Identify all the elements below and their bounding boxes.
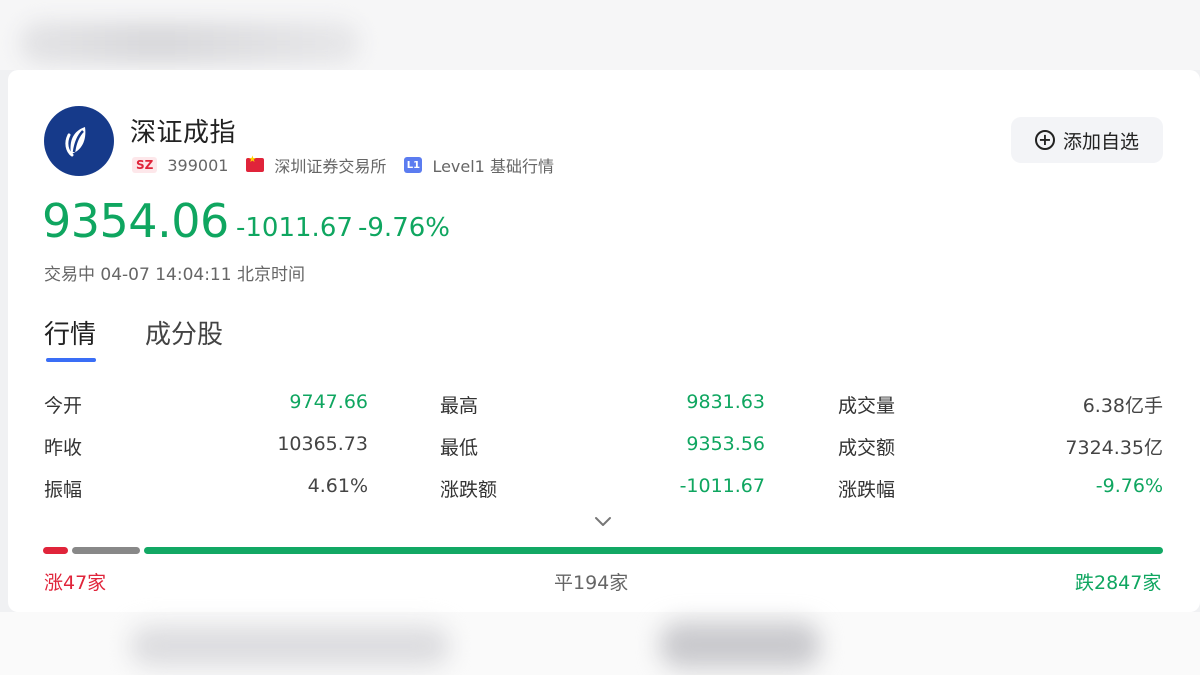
index-code: 399001 — [167, 155, 229, 175]
stat-open-label: 今开 — [44, 395, 83, 417]
active-tab-indicator — [46, 358, 96, 362]
index-logo — [44, 106, 114, 176]
add-watchlist-label: 添加自选 — [1062, 130, 1139, 153]
leaf-logo-icon — [65, 127, 86, 157]
stat-volume-label: 成交量 — [838, 395, 896, 417]
stat-volume-value: 6.38亿手 — [1082, 395, 1163, 417]
tab-constituents[interactable]: 成分股 — [145, 314, 223, 351]
breadth-up-count: 涨47家 — [44, 572, 107, 594]
stat-change-amt-label: 涨跌额 — [440, 479, 498, 501]
plus-circle-icon: + — [1034, 130, 1055, 150]
exchange-name: 深圳证券交易所 — [274, 157, 387, 176]
level-text: Level1 基础行情 — [432, 157, 554, 176]
stat-prev-close-value: 10365.73 — [277, 433, 368, 455]
stat-turnover-label: 成交额 — [838, 437, 896, 459]
stat-high-value: 9831.63 — [686, 391, 765, 413]
trading-status-time: 交易中 04-07 14:04:11 北京时间 — [44, 265, 305, 285]
chevron-down-icon[interactable] — [593, 515, 613, 529]
breadth-up-bar — [43, 547, 68, 554]
price-change-pct: -9.76% — [358, 213, 450, 243]
stat-low-value: 9353.56 — [686, 433, 765, 455]
blurred-content — [130, 626, 450, 666]
stat-high-label: 最高 — [440, 395, 479, 417]
level-badge: L1 — [404, 157, 423, 173]
stat-open-value: 9747.66 — [289, 391, 368, 413]
index-meta: SZ 399001 深圳证券交易所 L1 Level1 基础行情 — [132, 154, 554, 176]
breadth-flat-count: 平194家 — [554, 572, 629, 594]
blurred-content — [20, 22, 360, 64]
stat-amplitude-value: 4.61% — [307, 475, 368, 497]
stat-low-label: 最低 — [440, 437, 479, 459]
stat-change-rate-value: -9.76% — [1095, 475, 1163, 497]
blurred-top-region — [0, 0, 1200, 70]
add-watchlist-button[interactable]: + 添加自选 — [1011, 117, 1163, 163]
blurred-content — [660, 622, 820, 668]
stat-amplitude-label: 振幅 — [44, 479, 83, 501]
breadth-down-bar — [144, 547, 1163, 554]
stat-turnover-value: 7324.35亿 — [1065, 437, 1163, 459]
tab-quote[interactable]: 行情 — [44, 314, 96, 351]
market-badge: SZ — [132, 157, 158, 173]
blurred-bottom-region — [0, 612, 1200, 675]
stat-prev-close-label: 昨收 — [44, 437, 83, 459]
china-flag-icon — [246, 155, 265, 172]
index-name: 深证成指 — [130, 118, 237, 148]
breadth-down-count: 跌2847家 — [1075, 572, 1162, 594]
current-price: 9354.06 — [42, 194, 229, 248]
stat-change-amt-value: -1011.67 — [679, 475, 765, 497]
stat-change-rate-label: 涨跌幅 — [838, 479, 896, 501]
index-quote-card: 深证成指 SZ 399001 深圳证券交易所 L1 Level1 基础行情 + … — [8, 70, 1200, 612]
breadth-flat-bar — [72, 547, 140, 554]
price-change: -1011.67 — [236, 213, 353, 243]
